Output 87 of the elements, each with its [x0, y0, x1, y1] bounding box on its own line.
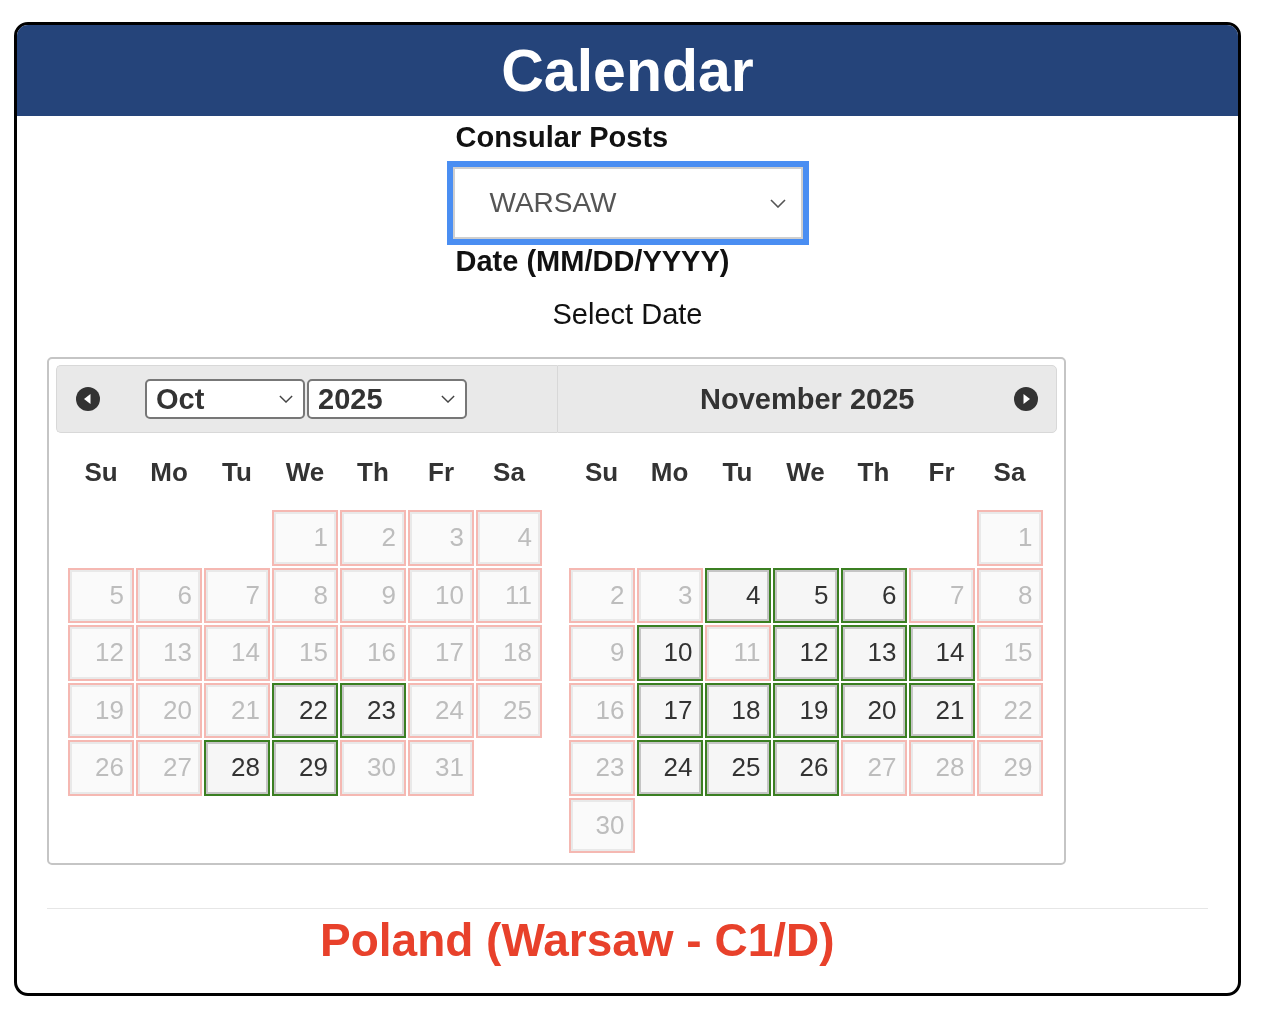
date-cell: 13 [136, 625, 202, 681]
date-cell: 22 [976, 682, 1043, 738]
post-select[interactable]: WARSAW [446, 161, 809, 245]
weekday-label: Sa [993, 456, 1026, 489]
chevron-down-icon [441, 395, 455, 403]
date-cell: 14 [204, 625, 270, 681]
date-cell: 5 [68, 567, 134, 623]
date-cell[interactable]: 10 [636, 625, 703, 681]
date-cell: 2 [340, 510, 406, 566]
date-cell[interactable]: 25 [704, 740, 771, 796]
date-cell[interactable]: 18 [704, 682, 771, 738]
date-cell: 9 [568, 625, 635, 681]
date-cell[interactable]: 17 [636, 682, 703, 738]
date-cell: 7 [204, 567, 270, 623]
date-cell: 2 [568, 567, 635, 623]
weekday-label: We [285, 456, 325, 489]
weekday-label: Fr [928, 456, 955, 489]
field-label: Date (MM/DD/YYYY) [455, 245, 730, 277]
date-cell[interactable]: 4 [704, 567, 771, 623]
date-cell[interactable]: 28 [204, 740, 270, 796]
date-cell[interactable]: 24 [636, 740, 703, 796]
date-cell[interactable]: 19 [772, 682, 839, 738]
date-cell: 17 [408, 625, 474, 681]
weekday-label: Sa [493, 456, 525, 489]
date-cell: 12 [68, 625, 134, 681]
date-cell: 20 [136, 682, 202, 738]
month-title: November 2025 [700, 382, 915, 415]
date-cell[interactable]: 13 [840, 625, 907, 681]
date-cell[interactable]: 5 [772, 567, 839, 623]
field-label: Consular Posts [455, 120, 669, 154]
date-cell: 4 [476, 510, 542, 566]
date-cell: 11 [704, 625, 771, 681]
location-heading: Poland (Warsaw - C1/D) [320, 914, 835, 966]
month-select[interactable]: Oct [145, 379, 305, 419]
weekday-label: Su [584, 456, 619, 489]
date-cell: 30 [568, 797, 635, 853]
date-cell: 3 [408, 510, 474, 566]
date-cell: 9 [340, 567, 406, 623]
date-cell: 27 [840, 740, 907, 796]
weekday-label: Mo [150, 456, 188, 489]
date-cell[interactable]: 14 [908, 625, 975, 681]
date-cell: 8 [272, 567, 338, 623]
weekday-label: Mo [650, 456, 689, 489]
weekday-label: Th [857, 456, 890, 489]
weekday-label: Tu [222, 456, 252, 489]
weekday-label: Fr [428, 456, 454, 489]
date-cell: 29 [976, 740, 1043, 796]
weekday-label: We [786, 456, 825, 489]
date-cell[interactable]: 22 [272, 682, 338, 738]
date-cell: 27 [136, 740, 202, 796]
weekday-label: Th [357, 456, 389, 489]
chevron-down-icon [769, 198, 786, 208]
date-cell[interactable]: 21 [908, 682, 975, 738]
date-cell: 15 [976, 625, 1043, 681]
date-cell: 16 [340, 625, 406, 681]
chevron-down-icon [279, 395, 293, 403]
date-cell[interactable]: 29 [272, 740, 338, 796]
date-cell: 1 [976, 510, 1043, 566]
weekday-label: Tu [722, 456, 753, 489]
page-title: Calendar [501, 36, 754, 106]
date-cell: 8 [976, 567, 1043, 623]
date-cell[interactable]: 12 [772, 625, 839, 681]
date-cell: 19 [68, 682, 134, 738]
date-cell: 28 [908, 740, 975, 796]
date-cell[interactable]: 6 [840, 567, 907, 623]
date-cell: 23 [568, 740, 635, 796]
date-cell: 11 [476, 567, 542, 623]
date-cell: 18 [476, 625, 542, 681]
date-cell[interactable]: 23 [340, 682, 406, 738]
date-cell: 10 [408, 567, 474, 623]
date-cell: 7 [908, 567, 975, 623]
date-cell: 3 [636, 567, 703, 623]
date-cell: 24 [408, 682, 474, 738]
date-cell: 21 [204, 682, 270, 738]
date-cell: 15 [272, 625, 338, 681]
date-cell: 6 [136, 567, 202, 623]
date-cell[interactable]: 20 [840, 682, 907, 738]
date-cell: 26 [68, 740, 134, 796]
date-cell: 25 [476, 682, 542, 738]
year-select[interactable]: 2025 [307, 379, 467, 419]
date-cell: 30 [340, 740, 406, 796]
date-cell: 1 [272, 510, 338, 566]
date-cell: 16 [568, 682, 635, 738]
date-cell[interactable]: 26 [772, 740, 839, 796]
weekday-label: Su [84, 456, 118, 489]
date-cell: 31 [408, 740, 474, 796]
select-date-prompt: Select Date [552, 297, 703, 331]
